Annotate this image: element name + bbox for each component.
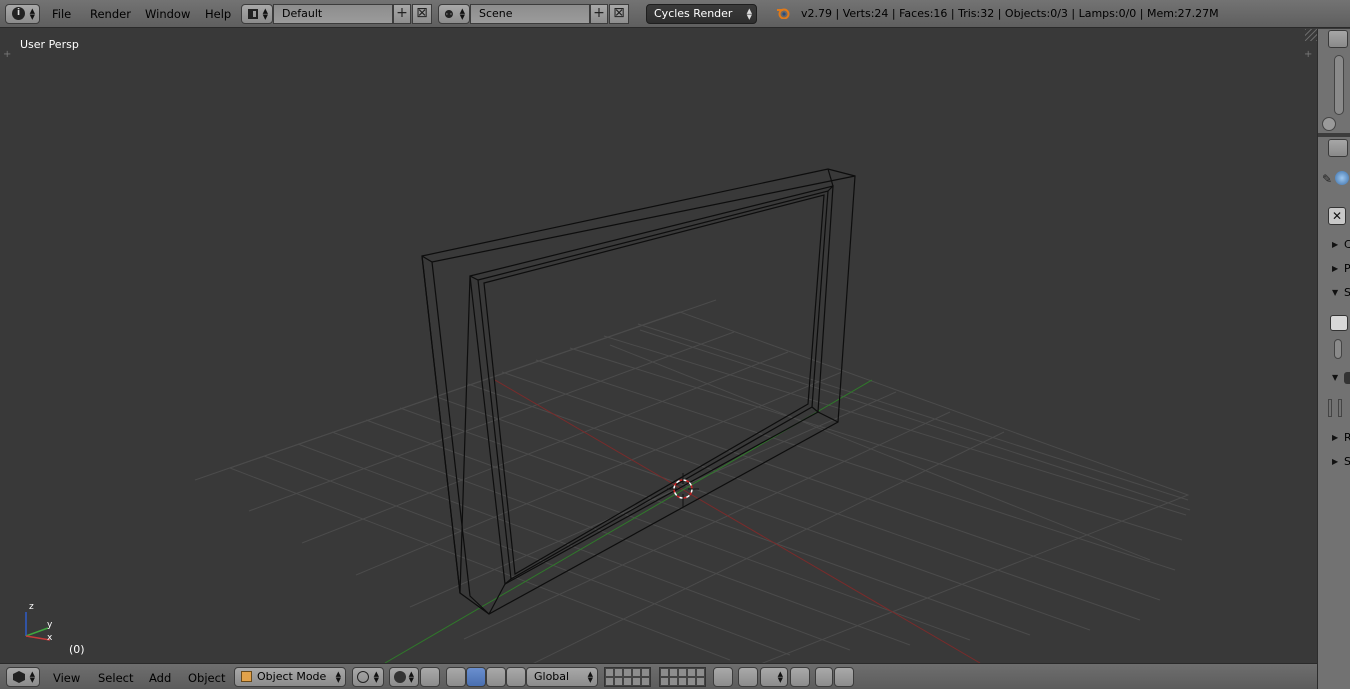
view-label: User Persp [20,38,79,51]
updown-arrows-icon: ▲ ▼ [29,7,35,21]
x-axis-line [494,379,981,663]
updown-arrows-icon: ▲ ▼ [459,7,465,21]
updown-arrows-icon: ▲ ▼ [408,670,414,684]
updown-arrows-icon: ▲ ▼ [777,670,783,684]
render-layers-icon[interactable] [1330,315,1348,331]
cube-view-icon [13,671,25,683]
updown-arrows-icon: ▲ ▼ [29,670,35,684]
expand-triangle-icon[interactable]: ▶ [1332,240,1338,249]
panel-color-swatch[interactable] [1344,372,1350,384]
expand-triangle-icon[interactable]: ▶ [1332,457,1338,466]
properties-editor-strip[interactable]: ✎ ✕ ▶ C ▶ P ▼ S ▼ ▶ R ▶ S [1317,29,1350,689]
layer-buttons-right[interactable] [659,667,706,687]
scene-field[interactable]: Scene [470,4,590,24]
menu-help[interactable]: Help [205,7,231,21]
render-engine-label: Cycles Render [654,7,733,20]
scene-tools-icon[interactable]: ✕ [1328,207,1346,225]
menu-view[interactable]: View [53,671,80,685]
render-animation-icon[interactable] [834,667,854,687]
pin-icon[interactable]: ✎ [1322,172,1332,186]
panel-slider-right[interactable] [1338,399,1342,417]
scale-manipulator-icon[interactable] [506,667,526,687]
menu-file[interactable]: File [52,7,71,21]
outliner-scroll-knob[interactable] [1322,117,1336,131]
expand-triangle-icon[interactable]: ▶ [1332,433,1338,442]
panel-label-p: P [1344,262,1350,275]
collapse-triangle-icon[interactable]: ▼ [1332,288,1338,297]
panel-label-s: S [1344,286,1350,299]
render-camera-icon[interactable] [815,667,833,687]
interaction-mode-label: Object Mode [257,670,327,683]
blender-logo-icon [776,7,790,20]
screen-layout-selector[interactable]: ▲ ▼ [241,4,273,24]
viewport-shading-dropdown[interactable]: ▲ ▼ [352,667,384,687]
expand-triangle-icon[interactable]: ▶ [1332,264,1338,273]
viewport-scene [25,168,1191,663]
rotate-manipulator-icon[interactable] [486,667,506,687]
editor-type-button[interactable]: ▲ ▼ [6,667,40,687]
properties-editor-icon[interactable] [1328,139,1348,157]
snap-element-dropdown[interactable]: ▲ ▼ [760,667,788,687]
scene-selector[interactable]: ⚉ ▲ ▼ [438,4,470,24]
render-engine-dropdown[interactable]: Cycles Render ▲ ▼ [646,4,757,24]
collapse-triangle-icon[interactable]: ▼ [1332,373,1338,382]
translate-manipulator-icon[interactable] [466,667,486,687]
proportional-editing-icon[interactable] [738,667,758,687]
menu-select[interactable]: Select [98,671,133,685]
gizmo-z-label: z [29,602,34,612]
menu-object[interactable]: Object [188,671,225,685]
outliner-editor-icon[interactable] [1328,30,1348,48]
frame-number: (0) [69,643,85,656]
scene-icon: ⚉ [444,8,454,21]
area-split-corner-icon[interactable] [1305,29,1317,41]
updown-arrows-icon: ▲ ▼ [335,670,341,684]
manipulator-toggle-icon[interactable] [446,667,466,687]
menu-render[interactable]: Render [90,7,131,21]
properties-toggle-icon[interactable]: + [1304,49,1312,60]
menu-add[interactable]: Add [149,671,171,685]
frame-mesh-wireframe [421,168,856,615]
screen-layout-field[interactable]: Default [273,4,393,24]
pivot-point-dropdown[interactable]: ▲ ▼ [389,667,419,687]
editor-type-button[interactable]: i ▲ ▼ [5,4,40,24]
add-scene-icon[interactable]: + [590,4,608,24]
panel-label-s2: S [1344,455,1350,468]
panel-label-r: R [1344,431,1350,444]
add-layout-icon[interactable]: + [393,4,411,24]
pivot-icon [394,671,406,683]
world-icon[interactable] [1335,171,1349,185]
snap-target-icon[interactable] [790,667,810,687]
updown-arrows-icon: ▲ ▼ [587,670,593,684]
3d-viewport[interactable]: User Persp z y x (0) + + [0,29,1317,663]
panel-scroll-pill[interactable] [1334,339,1342,359]
layer-buttons-left[interactable] [604,667,651,687]
remove-layout-icon[interactable]: ⊠ [412,4,432,24]
scene-statistics: v2.79 | Verts:24 | Faces:16 | Tris:32 | … [801,7,1219,20]
toolshelf-toggle-icon[interactable]: + [3,49,11,60]
3d-view-header: ▲ ▼ View Select Add Object Object Mode ▲ ▼… [0,663,1317,689]
updown-arrows-icon: ▲ ▼ [373,670,379,684]
area-divider[interactable] [1318,133,1350,137]
panel-slider-left[interactable] [1328,399,1332,417]
outliner-scrollbar[interactable] [1334,55,1344,115]
gizmo-x-label: x [47,633,53,643]
transform-orientation-dropdown[interactable]: Global ▲ ▼ [526,667,598,687]
layout-grid-icon [248,9,258,19]
object-mode-cube-icon [241,671,252,682]
transform-orientation-label: Global [534,670,570,683]
info-header: i ▲ ▼ File Render Window Help ▲ ▼ Default … [0,0,1350,28]
lock-scene-layers-icon[interactable] [713,667,733,687]
wireframe-sphere-icon [357,671,369,683]
gizmo-y-label: y [47,620,53,630]
updown-arrows-icon: ▲ ▼ [746,7,752,21]
updown-arrows-icon: ▲ ▼ [262,7,268,21]
remove-scene-icon[interactable]: ⊠ [609,4,629,24]
menu-window[interactable]: Window [145,7,190,21]
info-icon: i [12,7,25,20]
manipulate-center-points-icon[interactable] [420,667,440,687]
panel-label-c: C [1344,238,1350,251]
interaction-mode-dropdown[interactable]: Object Mode ▲ ▼ [234,667,346,687]
